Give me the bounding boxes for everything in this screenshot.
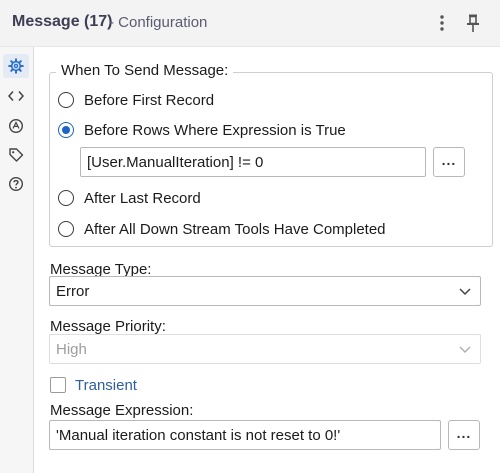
message-expression-editor-button[interactable]: ... <box>448 420 480 450</box>
radio-before-rows-where-true[interactable]: Before Rows Where Expression is True <box>58 118 346 142</box>
rail-code-button[interactable] <box>3 84 29 108</box>
radio-button[interactable] <box>58 92 74 108</box>
pin-icon <box>467 14 479 32</box>
side-rail <box>0 47 34 473</box>
message-priority-value: High <box>56 340 87 358</box>
configuration-panel: When To Send Message: Before First Recor… <box>34 47 500 473</box>
tool-subtitle: - Configuration <box>109 14 208 31</box>
transient-option[interactable]: Transient <box>50 375 137 395</box>
radio-button[interactable] <box>58 221 74 237</box>
annotation-icon <box>8 118 24 134</box>
chevron-down-icon <box>459 288 471 296</box>
message-expression-label: Message Expression: <box>50 402 194 419</box>
transient-checkbox[interactable] <box>50 377 66 393</box>
pin-button[interactable] <box>461 10 485 36</box>
help-icon <box>8 176 24 192</box>
radio-label: After Last Record <box>84 189 201 207</box>
radio-label: Before Rows Where Expression is True <box>84 121 346 139</box>
message-priority-label: Message Priority: <box>50 318 166 335</box>
chevron-down-icon <box>459 346 471 354</box>
rail-configuration-button[interactable] <box>3 54 29 78</box>
gear-icon <box>8 58 24 74</box>
kebab-menu-icon <box>440 15 444 31</box>
rail-annotation-button[interactable] <box>3 114 29 138</box>
when-to-send-legend: When To Send Message: <box>56 62 234 79</box>
tool-title: Message (17) <box>12 13 113 30</box>
condition-expression-field[interactable]: [User.ManualIteration] != 0 <box>80 147 426 177</box>
condition-expression-editor-button[interactable]: ... <box>433 147 465 177</box>
code-icon <box>8 91 24 101</box>
panel-header: Message (17) - Configuration <box>0 0 500 47</box>
rail-tag-button[interactable] <box>3 143 29 167</box>
radio-after-last-record[interactable]: After Last Record <box>58 186 201 210</box>
tag-icon <box>9 148 24 162</box>
radio-button-selected[interactable] <box>58 122 74 138</box>
radio-before-first-record[interactable]: Before First Record <box>58 88 214 112</box>
radio-label: Before First Record <box>84 91 215 109</box>
radio-after-downstream-complete[interactable]: After All Down Stream Tools Have Complet… <box>58 217 386 241</box>
radio-label: After All Down Stream Tools Have Complet… <box>84 220 386 238</box>
message-expression-field[interactable]: 'Manual iteration constant is not reset … <box>49 420 441 450</box>
message-type-value: Error <box>56 282 90 300</box>
transient-label: Transient <box>75 376 137 394</box>
message-priority-dropdown[interactable]: High <box>49 334 481 364</box>
rail-help-button[interactable] <box>3 172 29 196</box>
radio-button[interactable] <box>58 190 74 206</box>
more-options-button[interactable] <box>430 10 454 36</box>
message-type-dropdown[interactable]: Error <box>49 276 481 306</box>
